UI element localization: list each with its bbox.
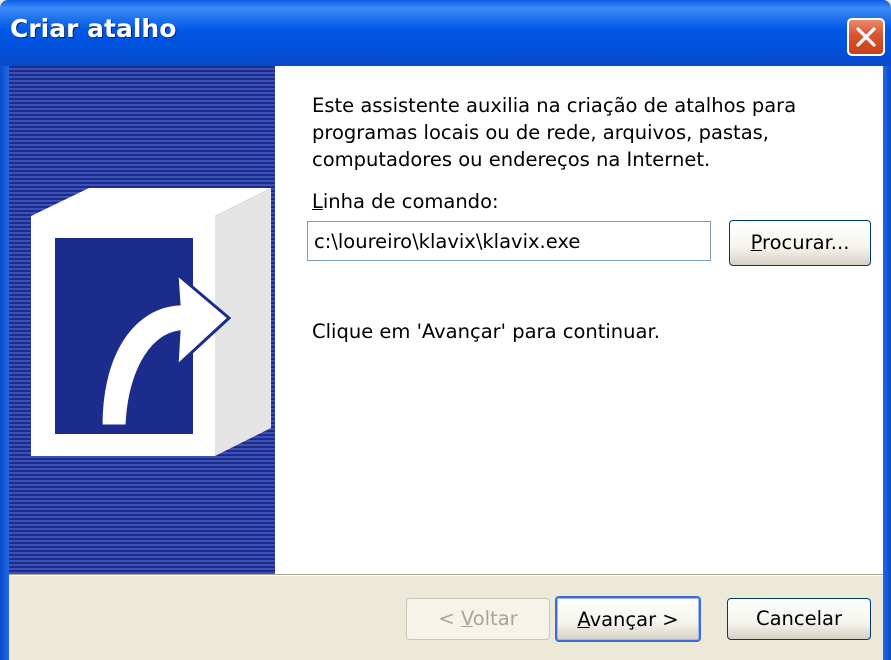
cancel-button[interactable]: Cancelar <box>727 598 871 640</box>
window-frame-right <box>883 66 891 660</box>
close-icon <box>856 27 876 47</box>
back-button[interactable]: < Voltar <box>406 598 550 640</box>
browse-button-accesskey: P <box>750 231 763 254</box>
title-bar[interactable]: Criar atalho <box>0 0 891 66</box>
command-line-label-text: inha de comando: <box>322 190 499 213</box>
back-button-accesskey: V <box>460 607 473 630</box>
create-shortcut-dialog: Criar atalho Este assistente auxilia na … <box>0 0 891 660</box>
back-button-label: oltar <box>472 607 518 630</box>
next-button[interactable]: Avançar > <box>555 596 701 642</box>
footer-separator <box>9 574 883 576</box>
browse-button-label: rocurar... <box>762 231 850 254</box>
browse-button[interactable]: Procurar... <box>729 220 871 266</box>
next-button-label: vançar > <box>589 608 679 631</box>
command-line-label: Linha de comando: <box>312 190 499 213</box>
close-button[interactable] <box>847 18 885 56</box>
window-title: Criar atalho <box>10 14 177 43</box>
wizard-banner <box>9 66 275 574</box>
next-button-accesskey: A <box>577 608 590 631</box>
shortcut-arrow-icon <box>31 188 271 456</box>
back-button-prefix: < <box>438 607 461 630</box>
continue-hint: Clique em 'Avançar' para continuar. <box>312 320 660 343</box>
command-line-input[interactable] <box>307 221 711 261</box>
intro-text: Este assistente auxilia na criação de at… <box>312 94 797 171</box>
command-line-label-accesskey: L <box>312 190 323 213</box>
window-frame-left <box>0 66 9 660</box>
